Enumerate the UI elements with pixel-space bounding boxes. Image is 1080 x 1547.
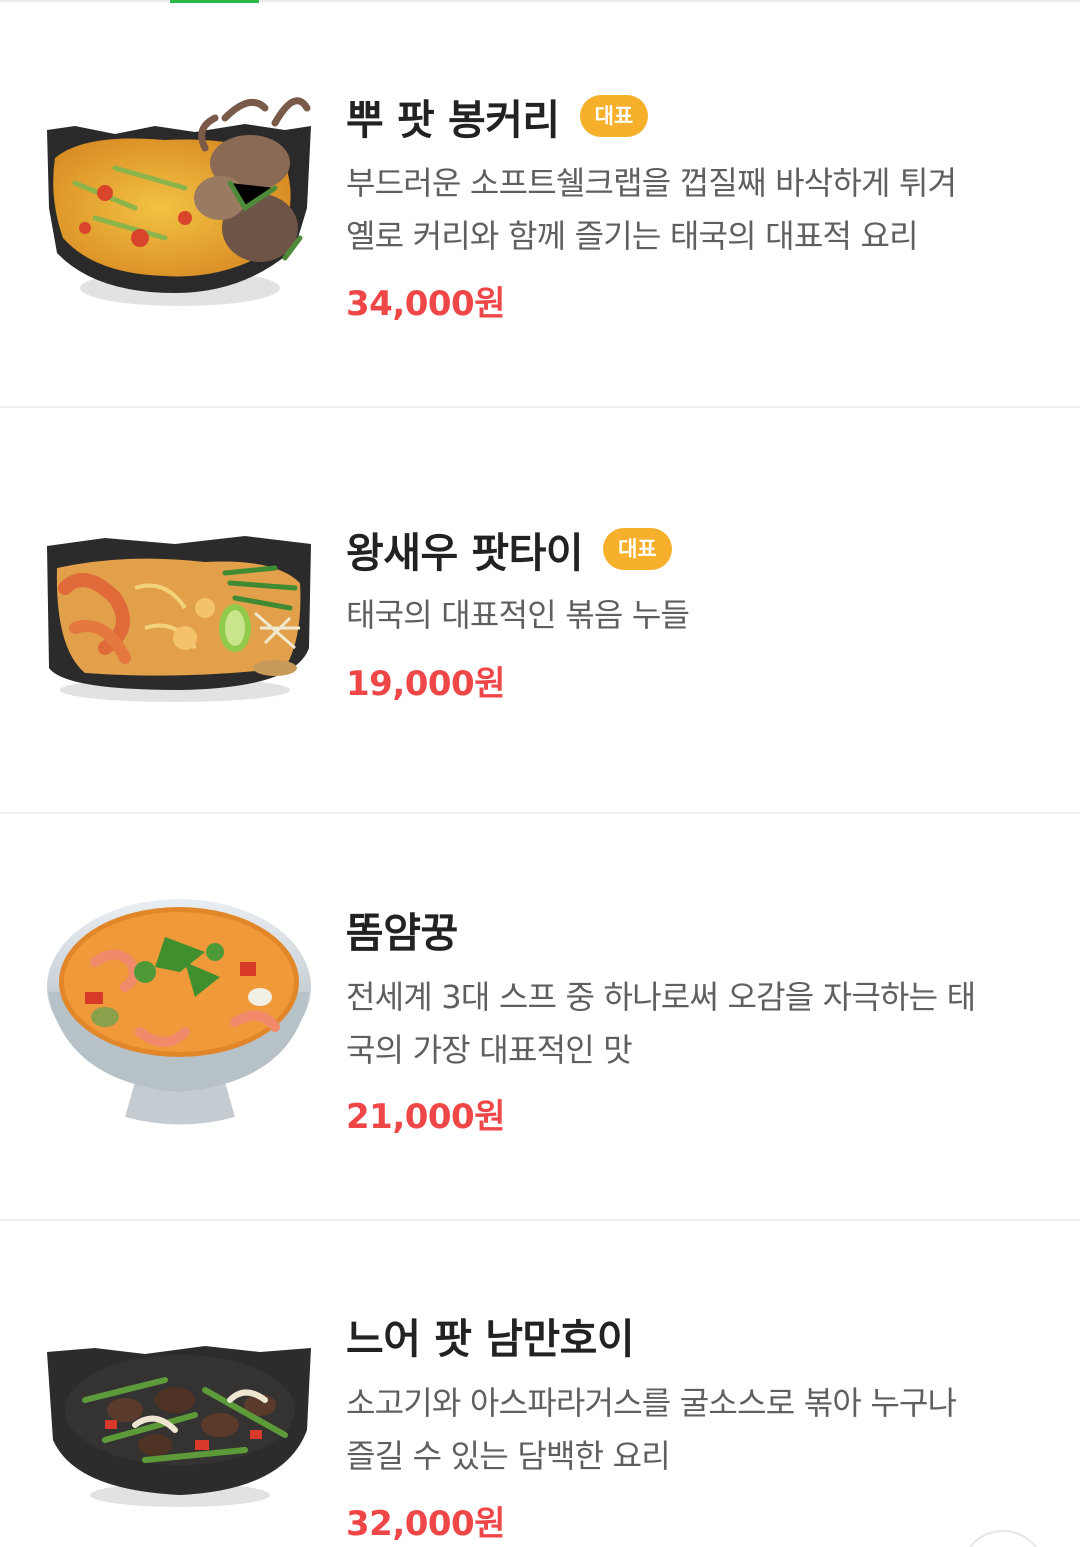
menu-item-name: 뿌 팟 봉커리 [346, 96, 560, 144]
menu-item-title-row: 느어 팟 남만호이 [346, 1307, 635, 1363]
active-tab-indicator [170, 0, 259, 3]
description-line: 소고기와 아스파라거스를 굴소스로 볶아 누구나 [346, 1384, 957, 1422]
description-line: 전세계 3대 스프 중 하나로써 오감을 자극하는 태 [346, 978, 976, 1016]
signature-badge: 대표 [579, 95, 649, 137]
tab-bar-border [0, 0, 1080, 2]
menu-item-description: 소고기와 아스파라거스를 굴소스로 볶아 누구나 즐길 수 있는 담백한 요리 [346, 1377, 1036, 1483]
tom-yum-soup-image [47, 899, 311, 1125]
menu-item-price: 32,000원 [346, 1504, 505, 1544]
pad-thai-dish-image [47, 536, 311, 702]
menu-item-price: 19,000원 [346, 664, 505, 704]
menu-item-description: 전세계 3대 스프 중 하나로써 오감을 자극하는 태 국의 가장 대표적인 맛 [346, 971, 1036, 1077]
menu-item-title-row: 똠얌꿍 [346, 901, 458, 957]
signature-badge: 대표 [603, 528, 672, 570]
description-line: 옐로 커리와 함께 즐기는 태국의 대표적 요리 [346, 217, 919, 255]
description-line: 국의 가장 대표적인 맛 [346, 1031, 633, 1069]
menu-item-price: 21,000원 [346, 1097, 505, 1137]
menu-item-title-row: 뿌 팟 봉커리 대표 [346, 88, 649, 144]
menu-item-description: 부드러운 소프트쉘크랩을 껍질째 바삭하게 튀겨 옐로 커리와 함께 즐기는 태… [346, 157, 1036, 263]
crab-curry-dish-image [47, 97, 311, 306]
menu-item-price: 34,000원 [346, 284, 505, 324]
menu-item-name: 느어 팟 남만호이 [346, 1315, 635, 1363]
menu-item-title-row: 왕새우 팟타이 대표 [346, 521, 672, 577]
beef-stirfry-dish-image [47, 1346, 311, 1507]
menu-item-description: 태국의 대표적인 볶음 누들 [346, 589, 1036, 642]
menu-item-name: 왕새우 팟타이 [346, 529, 584, 577]
menu-list-page: 뿌 팟 봉커리 대표 부드러운 소프트쉘크랩을 껍질째 바삭하게 튀겨 옐로 커… [0, 0, 1080, 1547]
description-line: 부드러운 소프트쉘크랩을 껍질째 바삭하게 튀겨 [346, 164, 957, 202]
description-line: 즐길 수 있는 담백한 요리 [346, 1437, 671, 1475]
scroll-to-top-button[interactable] [960, 1530, 1046, 1547]
item-divider [0, 406, 1080, 408]
description-line: 태국의 대표적인 볶음 누들 [346, 596, 690, 634]
menu-item-name: 똠얌꿍 [346, 909, 458, 957]
item-divider [0, 1219, 1080, 1221]
item-divider [0, 812, 1080, 814]
